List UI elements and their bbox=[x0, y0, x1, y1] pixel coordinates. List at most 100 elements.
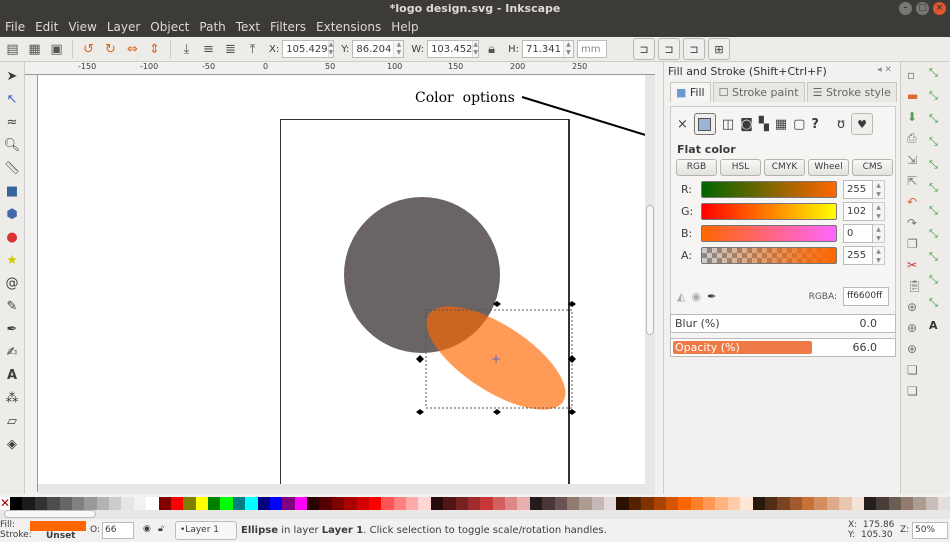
color-swatch[interactable] bbox=[109, 497, 122, 510]
x-input[interactable]: 105.429 ▲ ▼ bbox=[282, 40, 335, 58]
node-tool-icon[interactable]: ↖ bbox=[2, 89, 22, 109]
rotate-ccw-icon[interactable]: ↺ bbox=[79, 40, 98, 59]
flip-vertical-icon[interactable]: ⇕ bbox=[145, 40, 164, 59]
close-button[interactable]: × bbox=[933, 2, 946, 15]
tweak-tool-icon[interactable]: ≈ bbox=[2, 112, 22, 132]
color-swatch[interactable] bbox=[566, 497, 580, 510]
zoom-tool-icon[interactable]: 🔍︎ bbox=[2, 135, 22, 155]
color-swatch[interactable] bbox=[368, 497, 382, 510]
star-tool-icon[interactable]: ★ bbox=[2, 250, 22, 270]
channel-value[interactable]: 255 bbox=[843, 246, 873, 265]
color-swatch[interactable] bbox=[591, 497, 605, 510]
menu-help[interactable]: Help bbox=[386, 18, 423, 37]
lower-icon[interactable]: ≡ bbox=[199, 40, 218, 59]
snap-midpoints-icon[interactable]: ⤡ bbox=[929, 250, 938, 264]
snap-bbox-icon[interactable]: ⤡ bbox=[929, 89, 938, 103]
hide-layer-icon[interactable]: ◉ bbox=[143, 524, 151, 534]
color-swatch[interactable] bbox=[146, 497, 159, 510]
color-swatch[interactable] bbox=[876, 497, 889, 510]
scale-corners-button[interactable]: ⊐ bbox=[657, 38, 680, 60]
color-swatch[interactable] bbox=[10, 497, 23, 510]
rotate-cw-icon[interactable]: ↻ bbox=[101, 40, 120, 59]
color-swatch[interactable] bbox=[208, 497, 221, 510]
color-swatch[interactable] bbox=[715, 497, 728, 510]
menu-layer[interactable]: Layer bbox=[102, 18, 145, 37]
menu-text[interactable]: Text bbox=[231, 18, 265, 37]
color-swatch[interactable] bbox=[195, 497, 209, 510]
palette-scrollbar[interactable] bbox=[0, 510, 950, 519]
measure-tool-icon[interactable]: 📏︎ bbox=[2, 158, 22, 178]
color-swatch[interactable] bbox=[579, 497, 592, 510]
height-input[interactable]: 71.341 ▲ ▼ bbox=[521, 40, 574, 58]
color-swatch[interactable] bbox=[430, 497, 444, 510]
raise-to-top-icon[interactable]: ⤒ bbox=[243, 40, 262, 59]
color-swatch[interactable] bbox=[616, 497, 629, 510]
horizontal-scrollbar[interactable] bbox=[38, 484, 645, 494]
maximize-button[interactable]: □ bbox=[916, 2, 929, 15]
snap-edges-icon[interactable]: ⤡ bbox=[929, 112, 938, 126]
color-swatch[interactable] bbox=[925, 497, 939, 510]
spin-arrows[interactable]: ▲ ▼ bbox=[873, 180, 885, 199]
channel-slider[interactable] bbox=[701, 203, 837, 220]
scale-stroke-button[interactable]: ⊐ bbox=[632, 38, 655, 60]
color-swatch[interactable] bbox=[839, 497, 852, 510]
color-swatch[interactable] bbox=[232, 497, 246, 510]
color-swatch[interactable] bbox=[282, 497, 295, 510]
color-swatch[interactable] bbox=[307, 497, 320, 510]
channel-value[interactable]: 102 bbox=[843, 202, 873, 221]
tab-stroke-style[interactable]: ☰ Stroke style bbox=[806, 82, 897, 102]
color-swatch[interactable] bbox=[901, 497, 914, 510]
canvas[interactable]: + Color options bbox=[38, 75, 645, 485]
menu-path[interactable]: Path bbox=[194, 18, 230, 37]
color-swatch[interactable] bbox=[703, 497, 716, 510]
swatch-icon[interactable]: ▢ bbox=[793, 117, 805, 132]
snap-centers-icon[interactable]: ⤡ bbox=[929, 273, 938, 287]
vertical-scrollbar[interactable] bbox=[645, 75, 655, 495]
spin-arrows[interactable]: ▲ ▼ bbox=[873, 246, 885, 265]
color-swatch[interactable] bbox=[245, 497, 258, 510]
color-swatch[interactable] bbox=[678, 497, 691, 510]
layer-select[interactable]: •Layer 1 bbox=[175, 521, 237, 540]
color-swatch[interactable] bbox=[84, 497, 97, 510]
color-swatch[interactable] bbox=[752, 497, 765, 510]
ellipse-tool-icon[interactable]: ● bbox=[2, 227, 22, 247]
mode-rgb[interactable]: RGB bbox=[676, 159, 717, 176]
unit-select[interactable]: mm bbox=[576, 40, 607, 58]
color-swatch[interactable] bbox=[47, 497, 60, 510]
color-swatch[interactable] bbox=[938, 497, 950, 510]
menu-object[interactable]: Object bbox=[145, 18, 194, 37]
color-swatch[interactable] bbox=[59, 497, 72, 510]
eyedropper-icon[interactable]: ✒ bbox=[707, 290, 716, 303]
channel-slider[interactable] bbox=[701, 247, 837, 264]
color-swatch[interactable] bbox=[344, 497, 357, 510]
snap-paths-icon[interactable]: ⤡ bbox=[929, 181, 938, 195]
pen-tool-icon[interactable]: ✒ bbox=[2, 319, 22, 339]
color-swatch[interactable] bbox=[604, 497, 617, 510]
color-swatch[interactable] bbox=[71, 497, 85, 510]
flip-horizontal-icon[interactable]: ⇔ bbox=[123, 40, 142, 59]
mode-cms[interactable]: CMS bbox=[852, 159, 893, 176]
color-swatch[interactable] bbox=[381, 497, 394, 510]
calligraphy-tool-icon[interactable]: ✍ bbox=[2, 342, 22, 362]
mesh-icon[interactable]: ▚ bbox=[759, 117, 769, 132]
color-swatch[interactable] bbox=[777, 497, 790, 510]
spiral-tool-icon[interactable]: @ bbox=[2, 273, 22, 293]
color-swatch[interactable] bbox=[492, 497, 506, 510]
panel-close-icon[interactable]: ◂ ✕ bbox=[877, 65, 892, 75]
color-swatch[interactable] bbox=[863, 497, 877, 510]
text-tool-icon[interactable]: A bbox=[2, 365, 22, 385]
color-swatch[interactable] bbox=[319, 497, 332, 510]
lock-icon[interactable]: 🔒︎ bbox=[482, 40, 501, 59]
spray-tool-icon[interactable]: ⁂ bbox=[2, 388, 22, 408]
color-swatch[interactable] bbox=[455, 497, 468, 510]
menu-view[interactable]: View bbox=[63, 18, 101, 37]
spin-arrows[interactable]: ▲ ▼ bbox=[873, 224, 885, 243]
rectangle-tool-icon[interactable]: ■ bbox=[2, 181, 22, 201]
color-swatch[interactable] bbox=[641, 497, 654, 510]
color-swatch[interactable] bbox=[133, 497, 147, 510]
zoom-input[interactable]: 50% bbox=[912, 522, 948, 539]
color-swatch[interactable] bbox=[331, 497, 345, 510]
radial-gradient-icon[interactable]: ◙ bbox=[740, 117, 753, 132]
color-swatch[interactable] bbox=[418, 497, 431, 510]
spin-arrows[interactable]: ▲ ▼ bbox=[873, 202, 885, 221]
